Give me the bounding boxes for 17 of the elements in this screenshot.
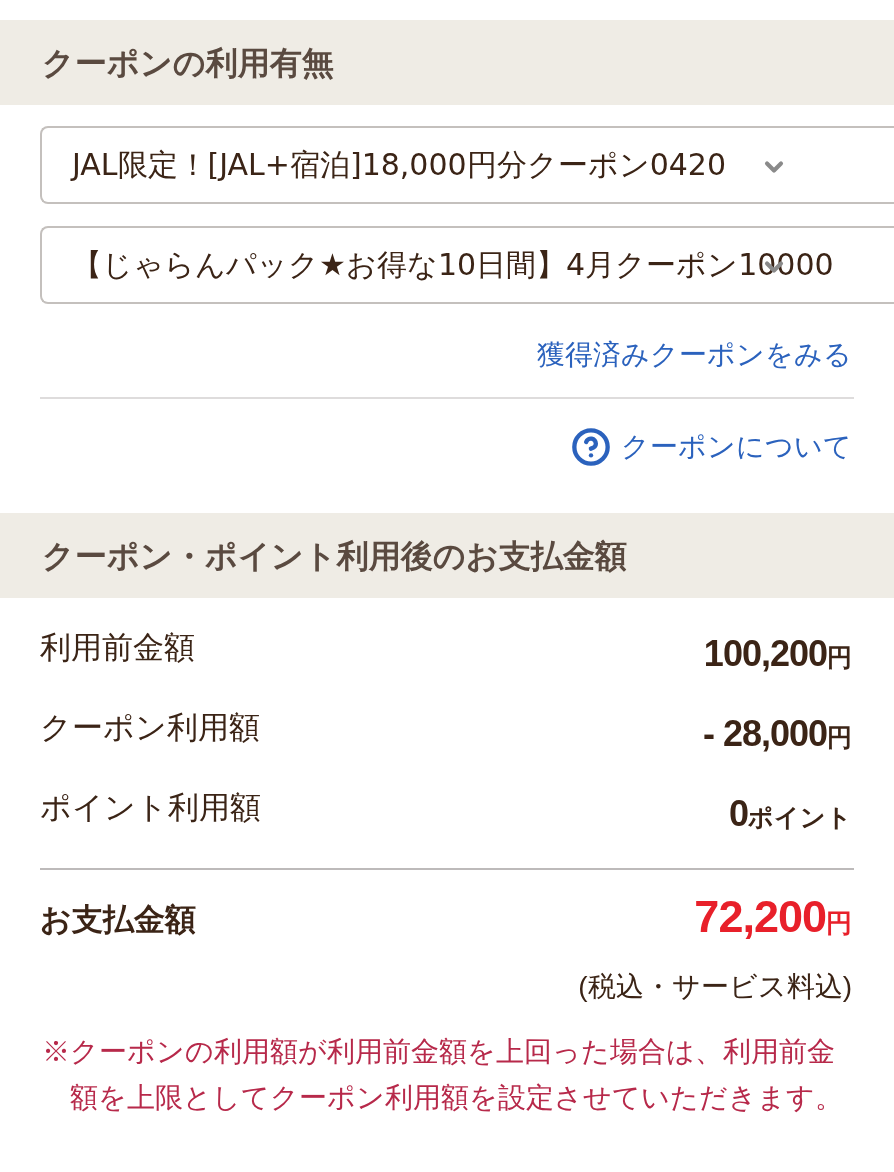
section-title: クーポン・ポイント利用後のお支払金額 (42, 536, 627, 576)
row-label: 利用前金額 (40, 629, 195, 667)
amount-value: - 28,000円 (702, 711, 853, 756)
about-coupons-link[interactable]: クーポンについて (621, 427, 852, 467)
tax-note: (税込・サービス料込) (578, 970, 852, 1004)
total-amount: 72,200円 (694, 891, 853, 944)
acquired-coupons-link[interactable]: 獲得済みクーポンをみる (537, 335, 852, 375)
section-title: クーポンの利用有無 (42, 43, 334, 83)
amount-value: 0ポイント (728, 791, 853, 836)
coupon-select[interactable]: 【じゃらんパック★お得な10日間】4月クーポン10000 (40, 226, 894, 304)
help-icon[interactable] (571, 427, 611, 467)
coupon-select[interactable]: JAL限定！[JAL+宿泊]18,000円分クーポン0420 (40, 126, 894, 204)
row-label: ポイント利用額 (40, 789, 261, 827)
row-label: クーポン利用額 (40, 709, 260, 747)
notice-text: ※クーポンの利用額が利用前金額を上回った場合は、利用前金額を上限としてクーポン利用額を設定させていただきます。 (42, 1035, 844, 1115)
total-label: お支払金額 (40, 901, 196, 939)
amount-value: 100,200円 (703, 631, 853, 676)
